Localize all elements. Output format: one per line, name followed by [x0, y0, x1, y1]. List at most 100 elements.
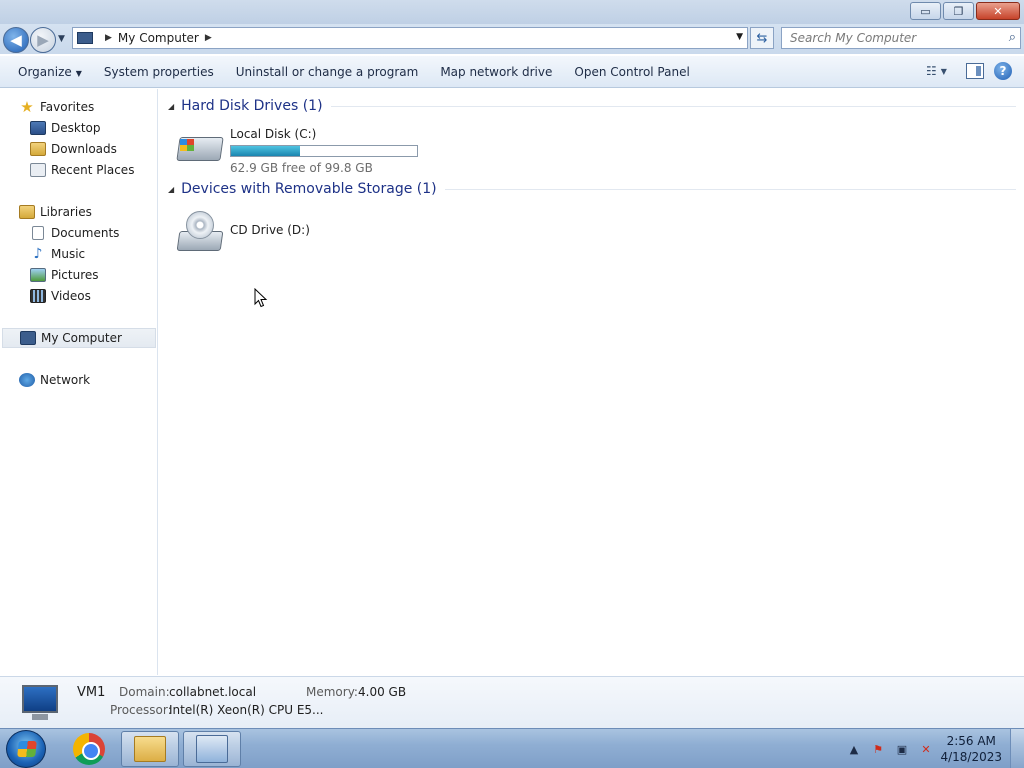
forward-button[interactable]: ▶: [30, 27, 56, 53]
nav-item-desktop[interactable]: Desktop: [30, 118, 101, 138]
breadcrumb-my-computer[interactable]: My Computer: [118, 31, 199, 45]
recent-pages-dropdown[interactable]: ▼: [58, 34, 65, 44]
pictures-icon: [30, 268, 46, 282]
help-icon[interactable]: ?: [994, 62, 1012, 80]
computer-icon: [20, 331, 36, 345]
music-note-icon: ♪: [33, 246, 43, 262]
command-bar: Organize ▼ System properties Uninstall or…: [0, 56, 1024, 88]
domain-value: collabnet.local: [169, 685, 257, 699]
clock-date: 4/18/2023: [940, 750, 1002, 764]
address-dropdown-icon[interactable]: ▼: [736, 32, 743, 42]
chevron-right-icon[interactable]: ▶: [205, 33, 212, 43]
search-box[interactable]: ⌕: [781, 27, 1021, 49]
title-bar: ▭ ❐ ✕: [0, 0, 1024, 24]
show-hidden-icons-icon[interactable]: ▲: [846, 741, 862, 757]
clock[interactable]: 2:56 AM 4/18/2023: [940, 733, 1002, 765]
nav-label: Pictures: [51, 268, 99, 282]
computer-icon: [77, 32, 93, 44]
desktop-icon: [30, 121, 46, 135]
chrome-icon: [73, 733, 105, 765]
refresh-button[interactable]: ⇆: [750, 27, 774, 49]
search-icon[interactable]: ⌕: [1009, 30, 1016, 45]
organize-button[interactable]: Organize ▼: [10, 65, 90, 79]
document-icon: [32, 226, 44, 240]
processor-value: Intel(R) Xeon(R) CPU E5...: [169, 703, 324, 717]
system-properties-button[interactable]: System properties: [96, 65, 222, 79]
nav-item-pictures[interactable]: Pictures: [30, 265, 99, 285]
preview-pane-button[interactable]: [966, 63, 984, 79]
action-center-flag-icon[interactable]: ⚑: [870, 741, 886, 757]
system-tray: ▲ ⚑ ▣ ✕: [846, 741, 934, 757]
computer-monitor-icon: [18, 683, 62, 723]
organize-label: Organize: [18, 64, 72, 79]
nav-label: Music: [51, 247, 86, 261]
memory-value: 4.00 GB: [358, 685, 407, 699]
drive-item-local-disk-c[interactable]: Local Disk (C:) 62.9 GB free of 99.8 GB: [176, 125, 418, 175]
collapse-triangle-icon[interactable]: ◢: [168, 185, 174, 194]
navigation-bar: ◀ ▶ ▼ ▶ My Computer ▶ ▼ ⇆ ⌕: [0, 24, 1024, 54]
hard-drive-icon: [176, 125, 224, 169]
taskbar-chrome[interactable]: [60, 731, 118, 767]
nav-item-my-computer[interactable]: My Computer: [2, 328, 156, 348]
taskbar-system-app[interactable]: [183, 731, 241, 767]
recent-places-icon: [30, 163, 46, 177]
group-header-removable-storage[interactable]: ◢ Devices with Removable Storage (1): [168, 181, 1016, 197]
content-pane: ◢ Hard Disk Drives (1) Local Disk (C:) 6…: [160, 89, 1024, 675]
restore-button[interactable]: ❐: [943, 2, 974, 20]
drive-item-cd-drive-d[interactable]: CD Drive (D:): [176, 209, 310, 253]
window-controls: ▭ ❐ ✕: [910, 2, 1020, 20]
minimize-button[interactable]: ▭: [910, 2, 941, 20]
group-title: Hard Disk Drives (1): [181, 98, 323, 114]
nav-label: My Computer: [41, 331, 122, 345]
taskbar-explorer[interactable]: [121, 731, 179, 767]
collapse-triangle-icon[interactable]: ◢: [168, 102, 174, 111]
nav-label: Libraries: [40, 205, 92, 219]
chevron-right-icon[interactable]: ▶: [105, 33, 112, 43]
network-status-icon[interactable]: ▣: [894, 741, 910, 757]
computer-name: VM1: [77, 685, 106, 700]
processor-label: Processor:: [110, 703, 172, 717]
group-header-hard-disks[interactable]: ◢ Hard Disk Drives (1): [168, 98, 1016, 114]
open-control-panel-button[interactable]: Open Control Panel: [566, 65, 697, 79]
show-desktop-button[interactable]: [1010, 729, 1024, 768]
globe-icon: [19, 373, 35, 387]
nav-label: Downloads: [51, 142, 117, 156]
group-divider: [330, 105, 1016, 107]
nav-item-network[interactable]: Network: [19, 370, 90, 390]
start-button[interactable]: [6, 730, 46, 768]
search-input[interactable]: [790, 31, 990, 45]
folder-icon: [134, 736, 166, 762]
chevron-down-icon: ▼: [940, 66, 947, 76]
film-icon: [30, 289, 46, 303]
nav-item-documents[interactable]: Documents: [30, 223, 119, 243]
libraries-icon: [19, 205, 35, 219]
drive-name: CD Drive (D:): [230, 223, 310, 237]
nav-label: Network: [40, 373, 91, 387]
nav-item-downloads[interactable]: Downloads: [30, 139, 117, 159]
details-pane: VM1 Domain: collabnet.local Memory: 4.00…: [0, 676, 1024, 728]
nav-item-videos[interactable]: Videos: [30, 286, 91, 306]
map-network-drive-button[interactable]: Map network drive: [432, 65, 560, 79]
capacity-bar-fill: [231, 146, 300, 156]
nav-item-recent-places[interactable]: Recent Places: [30, 160, 134, 180]
address-bar[interactable]: ▶ My Computer ▶ ▼: [72, 27, 748, 49]
control-panel-icon: [196, 735, 228, 763]
change-view-button[interactable]: ☷ ▼: [926, 62, 956, 80]
volume-muted-icon[interactable]: ✕: [918, 741, 934, 757]
nav-label: Desktop: [51, 121, 101, 135]
close-button[interactable]: ✕: [976, 2, 1020, 20]
drive-free-space: 62.9 GB free of 99.8 GB: [230, 161, 373, 175]
capacity-bar: [230, 145, 418, 157]
uninstall-program-button[interactable]: Uninstall or change a program: [228, 65, 427, 79]
back-button[interactable]: ◀: [3, 27, 29, 53]
mouse-cursor-icon: [254, 288, 268, 308]
group-title: Devices with Removable Storage (1): [181, 181, 437, 197]
nav-item-favorites[interactable]: ★ Favorites: [19, 97, 94, 117]
nav-item-music[interactable]: ♪ Music: [30, 244, 86, 264]
taskbar: ▲ ⚑ ▣ ✕ 2:56 AM 4/18/2023: [0, 728, 1024, 768]
chevron-down-icon: ▼: [75, 68, 82, 78]
group-divider: [444, 188, 1016, 190]
view-controls: ☷ ▼ ?: [926, 62, 1012, 80]
nav-item-libraries[interactable]: Libraries: [19, 202, 92, 222]
nav-label: Videos: [51, 289, 91, 303]
